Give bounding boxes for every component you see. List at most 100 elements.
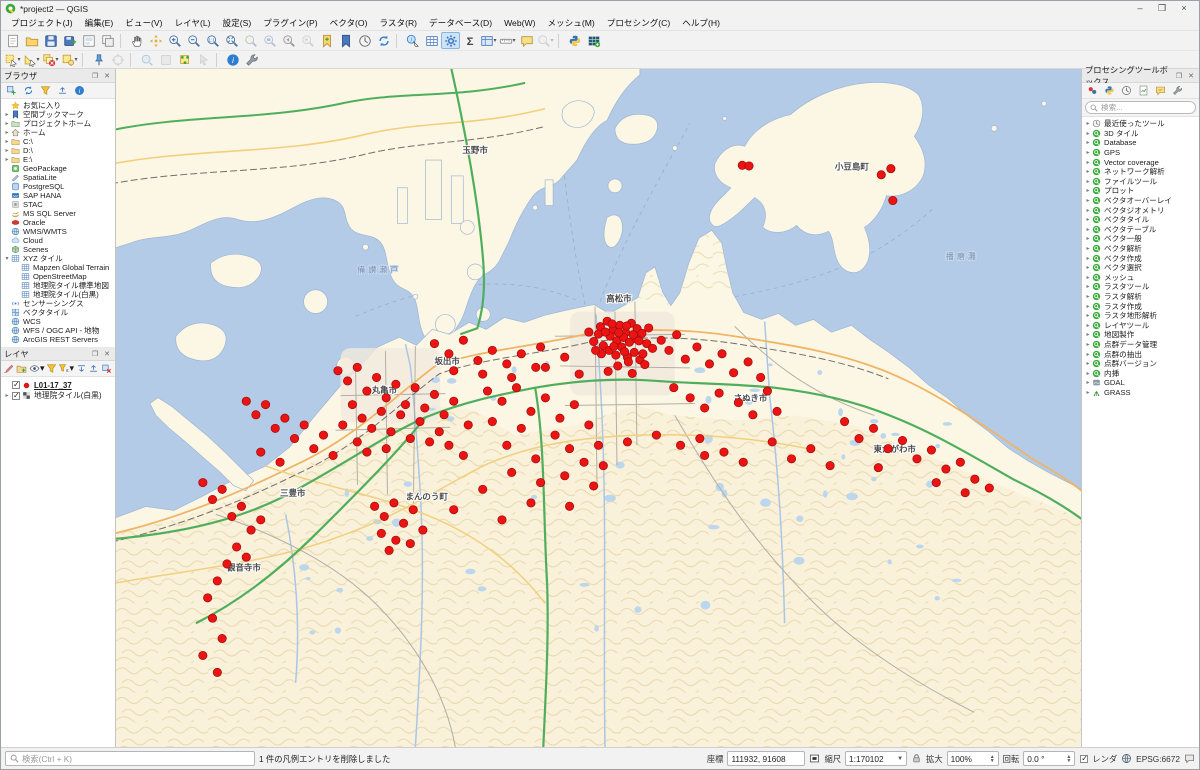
- project-toolbar-options-button[interactable]: [242, 51, 261, 68]
- browser-item-12[interactable]: MS SQL Server: [1, 209, 115, 218]
- zoom-to-layer-button[interactable]: [260, 32, 279, 49]
- browser-filter-button[interactable]: [37, 84, 53, 98]
- menu-item-11[interactable]: プロセシング(C): [601, 16, 677, 30]
- identify-info-button[interactable]: i: [223, 51, 242, 68]
- layer-visibility-checkbox[interactable]: [12, 380, 20, 390]
- processing-item-25[interactable]: ▸ 点群バージョン: [1082, 359, 1199, 369]
- processing-models-button[interactable]: [1084, 84, 1100, 98]
- minimize-button[interactable]: –: [1129, 2, 1151, 15]
- zoom-extra-button[interactable]: ▾: [536, 32, 555, 49]
- layer-item-1[interactable]: ▸ 地理院タイル(白黒): [1, 391, 115, 402]
- annotation-move-button[interactable]: [156, 51, 175, 68]
- processing-item-1[interactable]: ▸ 3D タイル: [1082, 129, 1199, 139]
- processing-toolbox-toggle-button[interactable]: [441, 32, 460, 49]
- processing-item-15[interactable]: ▸ ベクタ選択: [1082, 263, 1199, 273]
- deselect-features-button[interactable]: ▾: [41, 51, 60, 68]
- new-print-layout-button[interactable]: [79, 32, 98, 49]
- processing-item-0[interactable]: ▸ 最近使ったツール: [1082, 119, 1199, 129]
- browser-item-23[interactable]: ベクタタイル: [1, 308, 115, 317]
- refresh-map-button[interactable]: [374, 32, 393, 49]
- show-bookmarks-button[interactable]: [336, 32, 355, 49]
- processing-close-button[interactable]: ✕: [1186, 71, 1196, 81]
- save-project-button[interactable]: [41, 32, 60, 49]
- python-console-button[interactable]: [565, 32, 584, 49]
- browser-close-button[interactable]: ✕: [102, 71, 112, 81]
- browser-item-6[interactable]: ▸ E:\: [1, 155, 115, 164]
- menu-item-8[interactable]: データベース(D): [423, 16, 498, 30]
- save-project-as-button[interactable]: [60, 32, 79, 49]
- coordinate-input[interactable]: 111932, 91608: [727, 751, 806, 766]
- processing-search-input[interactable]: 検索...: [1085, 101, 1196, 114]
- magnifier-spinbox[interactable]: 100% ▲ ▼: [946, 751, 999, 766]
- browser-properties-button[interactable]: i: [71, 84, 87, 98]
- extents-icon[interactable]: [809, 753, 820, 764]
- processing-history-button[interactable]: [1118, 84, 1134, 98]
- expand-all-button[interactable]: [75, 362, 87, 376]
- scale-combobox[interactable]: 1:170102 ▼: [845, 751, 908, 766]
- map-canvas[interactable]: 玉野市 小豆島町 高松市 坂出市 丸亀市 さぬき市 東かがわ市 三豊市 観音寺市 まんのう町 備讃瀬…: [116, 69, 1081, 747]
- menu-item-2[interactable]: ビュー(V): [119, 16, 168, 30]
- show-layout-manager-button[interactable]: [98, 32, 117, 49]
- zoom-last-button[interactable]: [279, 32, 298, 49]
- pan-to-selection-button[interactable]: [146, 32, 165, 49]
- processing-item-2[interactable]: ▸ Database: [1082, 138, 1199, 148]
- label-target-button[interactable]: [108, 51, 127, 68]
- browser-item-17[interactable]: ▾ XYZ タイル: [1, 254, 115, 263]
- processing-item-21[interactable]: ▸ レイヤツール: [1082, 320, 1199, 330]
- statusbar-search-input[interactable]: 検索(Ctrl + K): [5, 751, 255, 766]
- filter-legend-button[interactable]: [46, 362, 58, 376]
- attribute-actions-button[interactable]: ▾: [479, 32, 498, 49]
- zoom-next-button[interactable]: [298, 32, 317, 49]
- browser-item-18[interactable]: Mapzen Global Terrain: [1, 263, 115, 272]
- browser-item-15[interactable]: Cloud: [1, 236, 115, 245]
- processing-options-button[interactable]: [1169, 84, 1185, 98]
- select-by-expression-button[interactable]: ▾: [60, 51, 79, 68]
- menu-item-6[interactable]: ベクタ(O): [324, 16, 374, 30]
- measure-button[interactable]: ▾: [498, 32, 517, 49]
- processing-item-3[interactable]: ▸ GPS: [1082, 148, 1199, 158]
- diagram-options-button[interactable]: [175, 51, 194, 68]
- zoom-to-selection-button[interactable]: [241, 32, 260, 49]
- open-attribute-table-button[interactable]: [422, 32, 441, 49]
- layer-visibility-checkbox[interactable]: [12, 391, 20, 400]
- messages-icon[interactable]: [1184, 753, 1195, 764]
- processing-item-28[interactable]: ▸ GRASS: [1082, 388, 1199, 398]
- statistics-panel-button[interactable]: Σ: [460, 32, 479, 49]
- layers-close-button[interactable]: ✕: [102, 349, 112, 359]
- browser-item-26[interactable]: ArcGIS REST Servers: [1, 335, 115, 344]
- browser-item-14[interactable]: WMS/WMTS: [1, 227, 115, 236]
- processing-item-26[interactable]: ▸ 内挿: [1082, 368, 1199, 378]
- browser-item-5[interactable]: ▸ D:\: [1, 146, 115, 155]
- layer-item-0[interactable]: L01-17_37: [1, 380, 115, 391]
- new-spatial-bookmark-button[interactable]: [317, 32, 336, 49]
- processing-item-6[interactable]: ▸ ファイルツール: [1082, 177, 1199, 187]
- layers-float-button[interactable]: ❐: [90, 349, 100, 359]
- browser-item-11[interactable]: STAC: [1, 200, 115, 209]
- browser-float-button[interactable]: ❐: [90, 71, 100, 81]
- zoom-full-button[interactable]: [222, 32, 241, 49]
- zoom-native-button[interactable]: 1:1: [203, 32, 222, 49]
- menu-item-1[interactable]: 編集(E): [79, 16, 120, 30]
- remove-layer-button[interactable]: [101, 362, 113, 376]
- select-features-button[interactable]: ▾: [3, 51, 22, 68]
- diagram-move-button[interactable]: [194, 51, 213, 68]
- zoom-out-button[interactable]: [184, 32, 203, 49]
- browser-item-4[interactable]: ▸ C:\: [1, 137, 115, 146]
- rotation-spinbox[interactable]: 0.0 ° ▲ ▼: [1023, 751, 1076, 766]
- open-layer-styling-button[interactable]: [3, 362, 15, 376]
- label-pin-button[interactable]: [89, 51, 108, 68]
- menu-item-5[interactable]: プラグイン(P): [257, 16, 323, 30]
- add-group-button[interactable]: [16, 362, 28, 376]
- temporal-controller-button[interactable]: [355, 32, 374, 49]
- processing-scripts-button[interactable]: [1101, 84, 1117, 98]
- annotation-add-button[interactable]: [137, 51, 156, 68]
- browser-item-2[interactable]: ▸ プロジェクトホーム: [1, 119, 115, 128]
- menu-item-10[interactable]: メッシュ(M): [541, 16, 600, 30]
- browser-item-7[interactable]: GeoPackage: [1, 164, 115, 173]
- browser-item-13[interactable]: Oracle: [1, 218, 115, 227]
- render-checkbox[interactable]: レンダ: [1079, 753, 1117, 765]
- browser-item-9[interactable]: PostgreSQL: [1, 182, 115, 191]
- browser-collapse-all-button[interactable]: [54, 84, 70, 98]
- browser-refresh-button[interactable]: [20, 84, 36, 98]
- menu-item-0[interactable]: プロジェクト(J): [5, 16, 79, 30]
